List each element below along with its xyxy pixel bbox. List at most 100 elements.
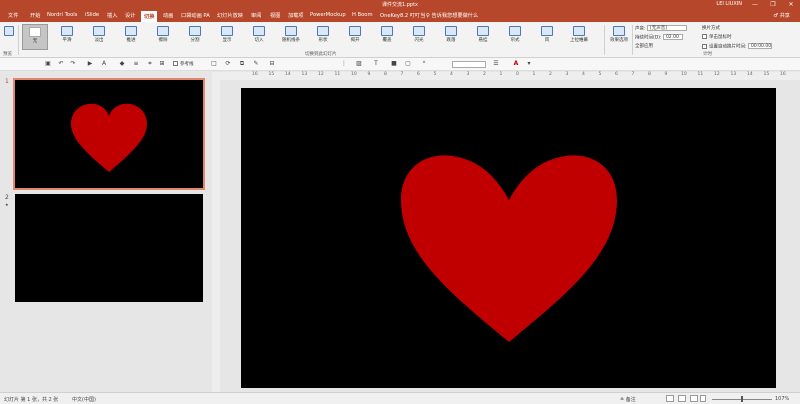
redo-icon[interactable]: ↷ [69, 60, 77, 68]
normal-view-button[interactable] [666, 395, 674, 402]
transition-icon [93, 26, 105, 36]
fill-icon[interactable]: ◆ [118, 60, 126, 68]
transition-button[interactable]: 无 [22, 24, 48, 50]
after-time-checkbox[interactable] [702, 43, 707, 49]
bullets-icon[interactable]: ☰ [492, 60, 500, 68]
language-status: 中文(中国) [72, 397, 96, 403]
tab-item[interactable]: 口袋动画 PA [181, 12, 210, 19]
on-click-checkbox[interactable] [702, 34, 707, 39]
ribbon-transitions: 预览 无 平滑 淡出 推进 擦除 分割 显示 切入 随机线条 形状 揭开 覆盖 闪光 跌落 悬挂 帘式 风 上拉帷… [0, 22, 800, 58]
account-name[interactable]: LEI LIUXIN [716, 1, 742, 7]
tab-item[interactable]: 视图 [270, 12, 280, 19]
transition-icon [349, 26, 361, 36]
picture-icon[interactable]: ▨ [355, 60, 363, 68]
outline-icon[interactable]: ▢ [404, 60, 412, 68]
color-picker-icon[interactable]: ■ [390, 60, 398, 68]
transition-button[interactable]: 帘式 [502, 24, 528, 50]
share-button[interactable]: ♂ 共享 [773, 12, 790, 19]
slide-thumbnail[interactable] [15, 194, 203, 302]
crop-icon[interactable]: ⌗ [146, 60, 154, 68]
transition-button[interactable]: 切入 [246, 24, 272, 50]
effect-options-button[interactable]: 效果选项 [607, 24, 631, 50]
transition-label: 跌落 [446, 38, 456, 43]
transition-button[interactable]: 揭开 [342, 24, 368, 50]
format-painter-icon[interactable]: ✎ [252, 60, 260, 68]
after-time-label: 设置自动换片时间: [709, 44, 747, 50]
close-button[interactable]: ✕ [782, 0, 800, 10]
quick-access-toolbar: ▣ ↶ ↷ ▶ A ◆ ≡ ⌗ ⊞ 参考线 □ ⟳ ⧉ ✎ ⊟ ⋮ ▨ T ■ … [0, 58, 800, 71]
tab-item[interactable]: 插入 [107, 12, 117, 19]
slideshow-button[interactable] [700, 395, 706, 402]
slide-canvas[interactable] [241, 88, 776, 388]
tab-item[interactable]: 文件 [8, 12, 18, 19]
tab-item[interactable]: 开始 [30, 12, 40, 19]
transition-button[interactable]: 擦除 [150, 24, 176, 50]
apply-all-button[interactable]: 全部应用 [635, 43, 653, 50]
ruler-mark: 9 [367, 72, 371, 77]
zoom-slider-thumb[interactable] [741, 396, 743, 402]
tab-item[interactable]: Nordri Tools [47, 12, 77, 18]
ruler-mark: 3 [466, 72, 470, 77]
ruler-mark: 16 [252, 72, 258, 77]
transition-button[interactable]: 风 [534, 24, 560, 50]
transition-button[interactable]: 显示 [214, 24, 240, 50]
transition-button[interactable]: 覆盖 [374, 24, 400, 50]
notes-button[interactable]: ≜ 备注 [620, 396, 636, 403]
tab-item[interactable]: iSlide [85, 12, 99, 18]
after-time-input[interactable]: 00:00.00 [747, 43, 772, 49]
tell-me-search[interactable]: ♀ 告诉我您想要做什么 [426, 12, 478, 19]
transition-button[interactable]: 形状 [310, 24, 336, 50]
tab-item[interactable]: 审阅 [251, 12, 261, 19]
align-icon[interactable]: ≡ [132, 60, 140, 68]
transition-button[interactable]: 淡出 [86, 24, 112, 50]
duration-input[interactable]: 02.00 [662, 34, 683, 40]
sound-select[interactable]: [无声音] [646, 25, 687, 31]
restore-button[interactable]: ❐ [764, 0, 782, 10]
transition-button[interactable]: 悬挂 [470, 24, 496, 50]
transition-button[interactable]: 上拉帷幕 [566, 24, 592, 50]
tab-item[interactable]: 切换 [141, 11, 158, 22]
slide-sorter-button[interactable] [678, 395, 686, 402]
zoom-level[interactable]: 107% [775, 396, 789, 402]
transition-button[interactable]: 随机线条 [278, 24, 304, 50]
font-size-icon[interactable]: ᴬ [420, 60, 428, 68]
reading-view-button[interactable] [690, 395, 698, 402]
ruler-mark: 4 [450, 72, 453, 77]
preview-button[interactable] [2, 24, 16, 50]
transition-button[interactable]: 闪光 [406, 24, 432, 50]
arrange-icon[interactable]: ⊟ [268, 60, 276, 68]
on-click-option[interactable]: 单击鼠标时 [702, 34, 732, 41]
save-icon[interactable]: ▣ [44, 60, 52, 68]
tab-item[interactable]: H Boom [352, 12, 373, 18]
group-icon[interactable]: ⧉ [238, 60, 246, 68]
guides-checkbox[interactable] [173, 61, 178, 66]
tab-item[interactable]: 动画 [163, 12, 173, 19]
tab-item[interactable]: 加载项 [288, 12, 304, 19]
transition-button[interactable]: 平滑 [54, 24, 80, 50]
text-box-icon[interactable]: T [372, 60, 380, 68]
minimize-button[interactable]: — [746, 0, 764, 10]
more-icon[interactable]: ▾ [525, 60, 533, 68]
transition-button[interactable]: 跌落 [438, 24, 464, 50]
distribute-icon[interactable]: ⋮ [340, 60, 348, 68]
tab-item[interactable]: OneKey8.2 叮叮当 [380, 12, 425, 19]
heart-shape[interactable] [241, 88, 776, 388]
font-color-icon[interactable]: A [100, 60, 108, 68]
ruler-mark: 3 [565, 72, 569, 77]
text-color-icon[interactable]: A [512, 60, 520, 68]
tab-item[interactable]: PowerMockup [310, 12, 346, 18]
undo-icon[interactable]: ↶ [57, 60, 65, 68]
title-bar: 课件交流1.pptx LEI LIUXIN — ❐ ✕ [0, 0, 800, 10]
guides-option[interactable]: 参考线 [173, 61, 194, 68]
tab-item[interactable]: 幻灯片放映 [217, 12, 243, 19]
grid-icon[interactable]: ⊞ [158, 60, 166, 68]
start-from-beginning-icon[interactable]: ▶ [86, 60, 94, 68]
after-time-option[interactable]: 设置自动换片时间: 00:00.00 [702, 43, 772, 50]
transition-button[interactable]: 推进 [118, 24, 144, 50]
rotate-icon[interactable]: ⟳ [224, 60, 232, 68]
slide-thumbnail[interactable] [13, 78, 205, 190]
tab-item[interactable]: 设计 [125, 12, 135, 19]
shape-icon[interactable]: □ [210, 60, 218, 68]
font-size-input[interactable] [452, 61, 486, 68]
transition-button[interactable]: 分割 [182, 24, 208, 50]
